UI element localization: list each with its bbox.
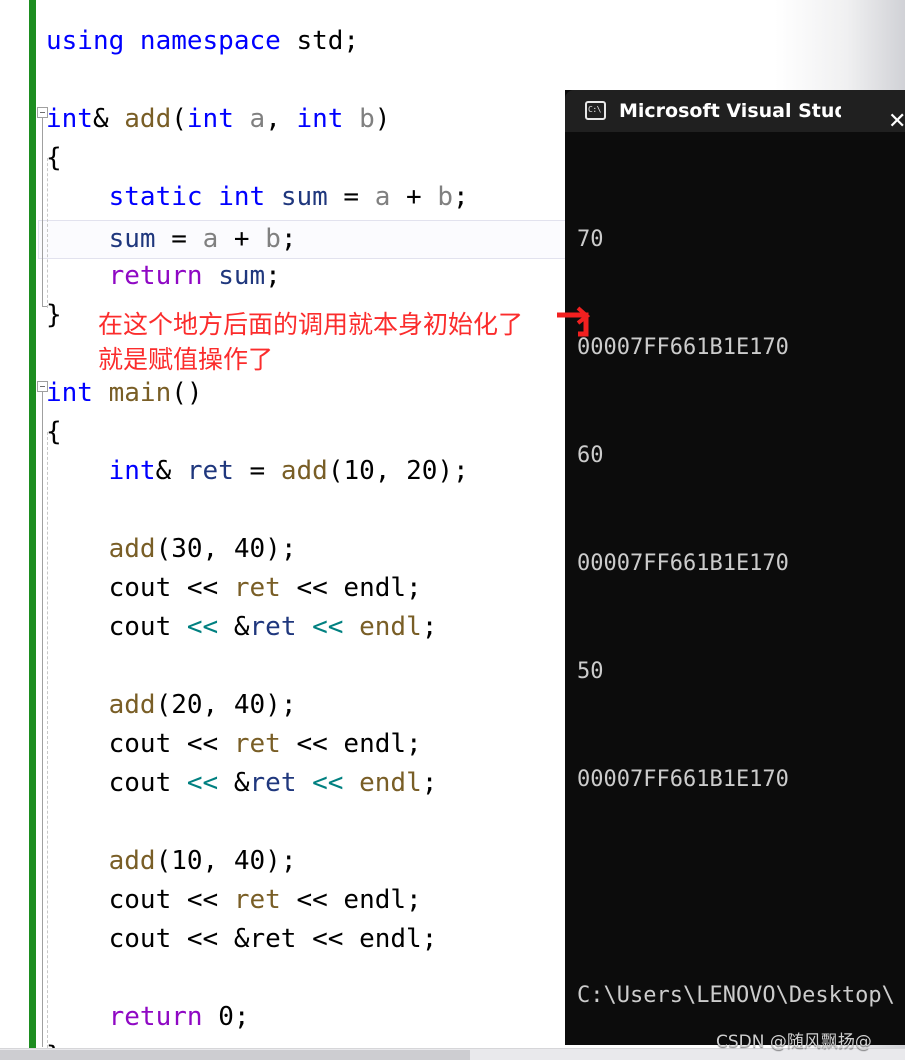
code-line: return 0; <box>108 1002 250 1032</box>
code-line: int main() <box>46 378 203 408</box>
cmd-prompt-icon: C:\ <box>585 101 606 120</box>
console-window-title: Microsoft Visual Studio 调试控 <box>619 100 841 122</box>
code-line: add(30, 40); <box>108 534 297 564</box>
horizontal-scrollbar-thumb[interactable] <box>0 1050 470 1060</box>
console-line: 70 <box>577 227 604 252</box>
code-line: add(20, 40); <box>108 690 297 720</box>
code-line: cout << &ret << endl; <box>46 612 438 642</box>
code-line: using namespace std; <box>46 26 360 56</box>
code-line: int& add(int a, int b) <box>46 104 391 134</box>
annotation-arrow-icon <box>557 306 591 337</box>
code-line: cout << &ret << endl; <box>46 924 438 954</box>
code-line: } <box>46 300 62 330</box>
code-line: cout << ret << endl; <box>46 729 422 759</box>
console-line: 00007FF661B1E170 <box>577 335 789 360</box>
console-line: C:\Users\LENOVO\Desktop\ <box>577 983 895 1008</box>
code-line: cout << &ret << endl; <box>46 768 438 798</box>
code-line: int& ret = add(10, 20); <box>108 456 469 486</box>
console-line: 00007FF661B1E170 <box>577 551 789 576</box>
code-line: cout << ret << endl; <box>46 573 422 603</box>
code-line: } <box>46 1037 62 1048</box>
code-line: add(10, 40); <box>108 846 297 876</box>
debug-console-window[interactable]: C:\ Microsoft Visual Studio 调试控 70 00007… <box>565 90 905 1045</box>
code-line: static int sum = a + b; <box>108 182 469 212</box>
code-line: { <box>46 143 62 173</box>
screenshot-root: using namespace std; int& add(int a, int… <box>0 0 905 1060</box>
annotation-line-2: 就是赋值操作了 <box>98 345 274 374</box>
console-output: 70 00007FF661B1E170 60 00007FF661B1E170 … <box>565 132 905 1045</box>
console-line: 50 <box>577 659 604 684</box>
console-line: 60 <box>577 443 604 468</box>
console-line: 00007FF661B1E170 <box>577 767 789 792</box>
console-titlebar[interactable]: C:\ Microsoft Visual Studio 调试控 <box>565 90 905 132</box>
annotation-line-1: 在这个地方后面的调用就本身初始化了 <box>98 310 524 339</box>
code-line: sum = a + b; <box>108 224 297 254</box>
cmd-prompt-icon-label: C:\ <box>588 105 601 114</box>
code-line: cout << ret << endl; <box>46 885 422 915</box>
close-icon[interactable]: ✕ <box>888 111 905 133</box>
code-line: return sum; <box>108 261 281 291</box>
code-line: { <box>46 417 62 447</box>
csdn-watermark: CSDN @随风飘扬@ <box>716 1032 872 1052</box>
